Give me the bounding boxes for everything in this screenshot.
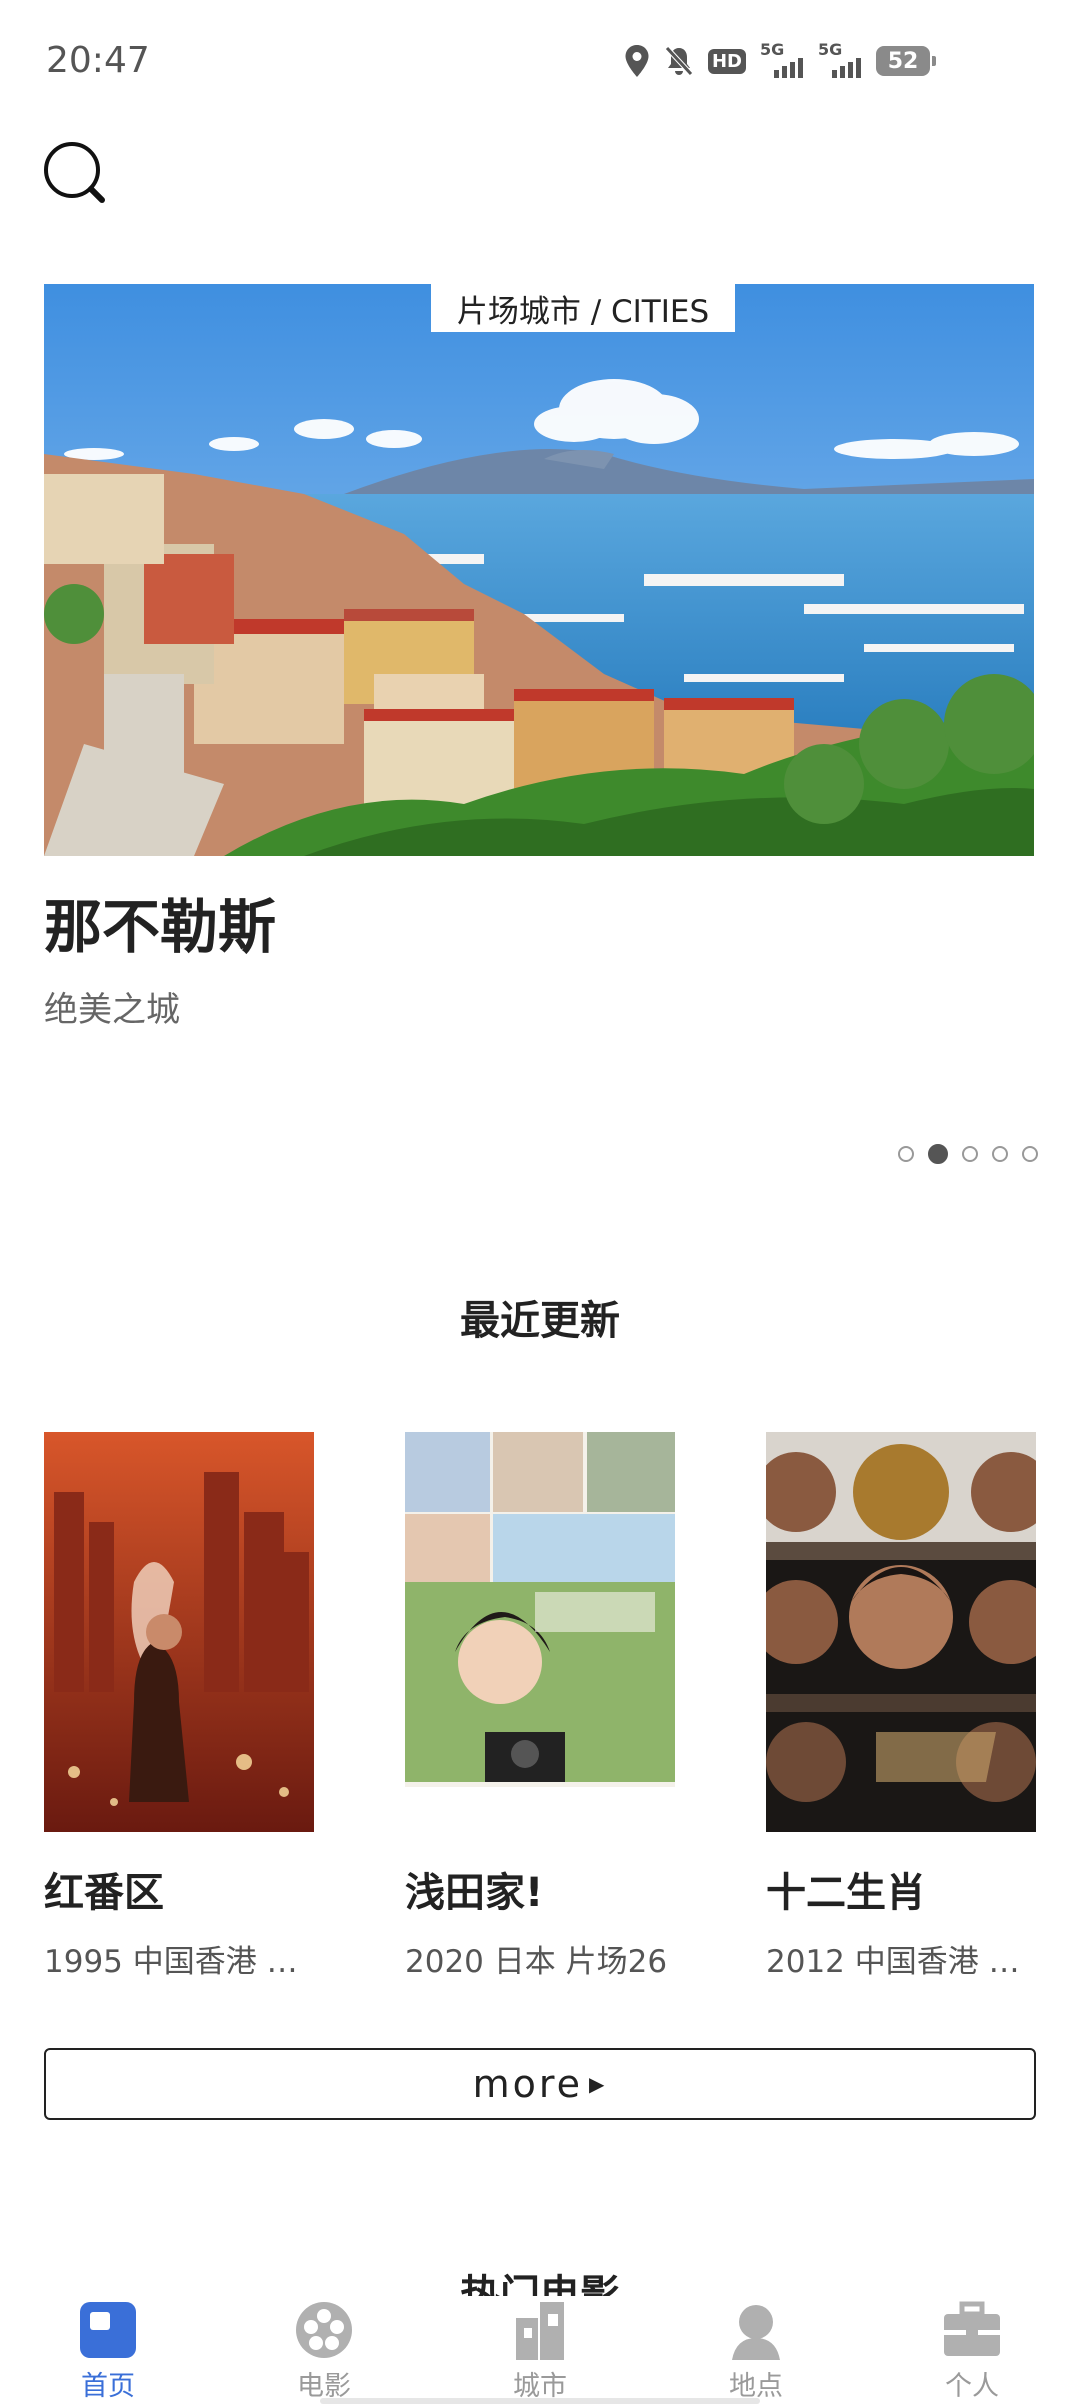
banner-pagination bbox=[898, 1144, 1038, 1164]
play-arrow-icon: ▶ bbox=[589, 2072, 608, 2096]
tab-location[interactable]: 地点 bbox=[648, 2296, 864, 2408]
more-button[interactable]: more ▶ bbox=[44, 2048, 1036, 2120]
city-title[interactable]: 那不勒斯 bbox=[44, 880, 276, 964]
movie-poster[interactable] bbox=[405, 1432, 675, 1832]
signal-5g-icon: 5G bbox=[760, 40, 804, 78]
film-reel-icon bbox=[292, 2298, 356, 2362]
search-button[interactable] bbox=[40, 138, 110, 208]
bottom-tab-bar: 首页 电影 城市 地点 个人 bbox=[0, 2296, 1080, 2408]
home-icon bbox=[76, 2298, 140, 2362]
page-dot-active[interactable] bbox=[928, 1144, 948, 1164]
person-pin-icon bbox=[724, 2298, 788, 2362]
city-icon bbox=[508, 2298, 572, 2362]
tab-city[interactable]: 城市 bbox=[432, 2296, 648, 2408]
briefcase-icon bbox=[940, 2298, 1004, 2362]
tab-movies[interactable]: 电影 bbox=[216, 2296, 432, 2408]
more-label: more bbox=[472, 2062, 584, 2106]
movie-card[interactable]: 红番区 1995 中国香港 … bbox=[44, 1432, 314, 1981]
status-icons: HD 5G 5G 52 bbox=[624, 40, 936, 78]
tab-home[interactable]: 首页 bbox=[0, 2296, 216, 2408]
location-icon bbox=[625, 45, 649, 77]
banner-tag: 片场城市 / CITIES bbox=[431, 284, 735, 332]
movie-title[interactable]: 红番区 bbox=[44, 1860, 314, 1918]
page-dot[interactable] bbox=[962, 1146, 978, 1162]
signal-5g-icon-2: 5G bbox=[818, 40, 862, 78]
hd-badge: HD bbox=[707, 48, 746, 74]
tab-label: 首页 bbox=[81, 2371, 135, 2402]
city-subtitle: 绝美之城 bbox=[44, 990, 180, 1030]
movie-poster[interactable] bbox=[44, 1432, 314, 1832]
section-title-recent: 最近更新 bbox=[460, 1298, 620, 1344]
home-indicator[interactable] bbox=[320, 2398, 760, 2404]
movie-meta: 1995 中国香港 … bbox=[44, 1944, 298, 1980]
tab-label: 个人 bbox=[945, 2371, 999, 2402]
status-time: 20:47 bbox=[46, 40, 150, 81]
mute-bell-icon bbox=[665, 46, 693, 76]
status-bar: 20:47 HD 5G 5G 52 bbox=[0, 0, 1080, 120]
movie-title[interactable]: 浅田家! bbox=[405, 1860, 675, 1918]
movie-poster[interactable] bbox=[766, 1432, 1036, 1832]
movie-title[interactable]: 十二生肖 bbox=[766, 1860, 1036, 1918]
movie-card[interactable]: 浅田家! 2020 日本 片场26 bbox=[405, 1432, 675, 1981]
tab-profile[interactable]: 个人 bbox=[864, 2296, 1080, 2408]
movie-meta: 2020 日本 片场26 bbox=[405, 1944, 668, 1980]
page-dot[interactable] bbox=[898, 1146, 914, 1162]
page-dot[interactable] bbox=[992, 1146, 1008, 1162]
battery-icon: 52 bbox=[876, 46, 936, 76]
page-dot[interactable] bbox=[1022, 1146, 1038, 1162]
movie-meta: 2012 中国香港 … bbox=[766, 1944, 1020, 1980]
search-icon bbox=[44, 142, 105, 203]
city-photo bbox=[44, 284, 1034, 856]
movie-card[interactable]: 十二生肖 2012 中国香港 … bbox=[766, 1432, 1036, 1981]
city-banner[interactable]: 片场城市 / CITIES bbox=[44, 284, 1034, 856]
